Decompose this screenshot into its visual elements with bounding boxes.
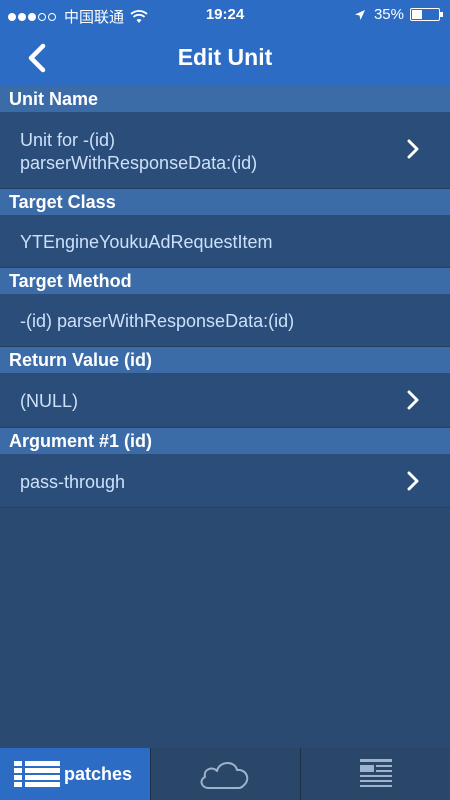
argument-1-value: pass-through bbox=[20, 472, 126, 492]
target-method-value: -(id) parserWithResponseData:(id) bbox=[20, 311, 295, 331]
section-header-target-method: Target Method bbox=[0, 268, 450, 294]
unit-name-cell[interactable]: Unit for -(id) parserWithResponseData:(i… bbox=[0, 112, 450, 189]
target-class-cell: YTEngineYoukuAdRequestItem bbox=[0, 215, 450, 268]
status-right: 35% bbox=[354, 6, 443, 23]
argument-1-cell[interactable]: pass-through bbox=[0, 454, 450, 508]
unit-name-value: Unit for -(id) parserWithResponseData:(i… bbox=[20, 130, 258, 173]
return-value-cell[interactable]: (NULL) bbox=[0, 373, 450, 428]
tab-cloud[interactable] bbox=[151, 748, 300, 800]
target-class-value: YTEngineYoukuAdRequestItem bbox=[20, 232, 273, 252]
list-icon bbox=[14, 761, 60, 787]
page-title: Edit Unit bbox=[177, 44, 273, 70]
tab-patches-label: patches bbox=[64, 764, 133, 784]
document-icon bbox=[360, 759, 392, 787]
status-bar: 中国联通 19:24 35% bbox=[0, 0, 450, 30]
tab-patches[interactable]: patches bbox=[0, 748, 150, 800]
target-method-cell: -(id) parserWithResponseData:(id) bbox=[0, 294, 450, 347]
section-header-argument-1: Argument #1 (id) bbox=[0, 428, 450, 454]
battery-icon bbox=[410, 8, 443, 21]
cloud-icon bbox=[200, 762, 249, 789]
chevron-right-icon bbox=[407, 139, 419, 159]
navigation-bar: Edit Unit bbox=[0, 30, 450, 86]
section-header-target-class: Target Class bbox=[0, 189, 450, 215]
tab-bar: patches bbox=[0, 748, 450, 800]
location-arrow-icon bbox=[354, 9, 365, 20]
battery-percent: 35% bbox=[373, 6, 404, 23]
chevron-right-icon bbox=[407, 471, 419, 491]
section-header-return-value: Return Value (id) bbox=[0, 347, 450, 373]
section-header-unit-name: Unit Name bbox=[0, 86, 450, 112]
tab-document[interactable] bbox=[301, 748, 450, 800]
return-value-value: (NULL) bbox=[20, 391, 79, 411]
chevron-right-icon bbox=[407, 390, 419, 410]
